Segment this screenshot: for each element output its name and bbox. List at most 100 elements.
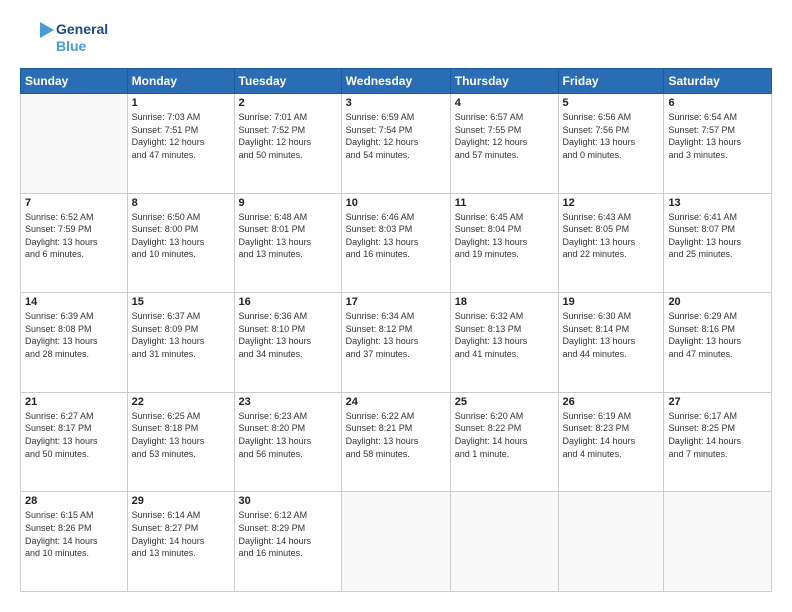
calendar: SundayMondayTuesdayWednesdayThursdayFrid… <box>20 68 772 592</box>
day-number: 19 <box>563 296 660 308</box>
day-info: Sunrise: 6:45 AM Sunset: 8:04 PM Dayligh… <box>455 211 554 261</box>
calendar-week-2: 7 Sunrise: 6:52 AM Sunset: 7:59 PM Daylig… <box>21 193 772 293</box>
calendar-cell: 23 Sunrise: 6:23 AM Sunset: 8:20 PM Dayli… <box>234 392 341 492</box>
day-number: 26 <box>563 396 660 408</box>
weekday-header-monday: Monday <box>127 69 234 94</box>
calendar-body: 1 Sunrise: 7:03 AM Sunset: 7:51 PM Daylig… <box>21 94 772 592</box>
day-info: Sunrise: 6:57 AM Sunset: 7:55 PM Dayligh… <box>455 111 554 161</box>
day-info: Sunrise: 6:34 AM Sunset: 8:12 PM Dayligh… <box>346 310 446 360</box>
calendar-cell: 20Sunrise: 6:29 AM Sunset: 8:16 PM Dayli… <box>664 293 772 393</box>
day-info: Sunrise: 6:48 AM Sunset: 8:01 PM Dayligh… <box>239 211 337 261</box>
day-info: Sunrise: 6:12 AM Sunset: 8:29 PM Dayligh… <box>239 509 337 559</box>
calendar-cell: 6Sunrise: 6:54 AM Sunset: 7:57 PM Daylig… <box>664 94 772 194</box>
day-number: 3 <box>346 97 446 109</box>
header: GeneralBlue <box>20 20 772 56</box>
logo: GeneralBlue <box>20 20 108 56</box>
logo-general: General <box>56 21 108 38</box>
calendar-week-4: 21Sunrise: 6:27 AM Sunset: 8:17 PM Dayli… <box>21 392 772 492</box>
day-info: Sunrise: 6:15 AM Sunset: 8:26 PM Dayligh… <box>25 509 123 559</box>
calendar-cell: 27Sunrise: 6:17 AM Sunset: 8:25 PM Dayli… <box>664 392 772 492</box>
calendar-cell <box>341 492 450 592</box>
calendar-cell: 12 Sunrise: 6:43 AM Sunset: 8:05 PM Dayli… <box>558 193 664 293</box>
day-info: Sunrise: 6:20 AM Sunset: 8:22 PM Dayligh… <box>455 410 554 460</box>
day-number: 22 <box>132 396 230 408</box>
calendar-cell: 22 Sunrise: 6:25 AM Sunset: 8:18 PM Dayli… <box>127 392 234 492</box>
weekday-header-saturday: Saturday <box>664 69 772 94</box>
weekday-header-tuesday: Tuesday <box>234 69 341 94</box>
calendar-week-1: 1 Sunrise: 7:03 AM Sunset: 7:51 PM Daylig… <box>21 94 772 194</box>
day-number: 21 <box>25 396 123 408</box>
day-info: Sunrise: 6:23 AM Sunset: 8:20 PM Dayligh… <box>239 410 337 460</box>
calendar-cell: 17 Sunrise: 6:34 AM Sunset: 8:12 PM Dayli… <box>341 293 450 393</box>
day-number: 1 <box>132 97 230 109</box>
day-info: Sunrise: 6:30 AM Sunset: 8:14 PM Dayligh… <box>563 310 660 360</box>
day-number: 11 <box>455 197 554 209</box>
calendar-cell: 15 Sunrise: 6:37 AM Sunset: 8:09 PM Dayli… <box>127 293 234 393</box>
day-info: Sunrise: 6:56 AM Sunset: 7:56 PM Dayligh… <box>563 111 660 161</box>
day-number: 10 <box>346 197 446 209</box>
day-info: Sunrise: 6:59 AM Sunset: 7:54 PM Dayligh… <box>346 111 446 161</box>
day-info: Sunrise: 7:03 AM Sunset: 7:51 PM Dayligh… <box>132 111 230 161</box>
calendar-cell: 10 Sunrise: 6:46 AM Sunset: 8:03 PM Dayli… <box>341 193 450 293</box>
day-number: 5 <box>563 97 660 109</box>
calendar-week-3: 14Sunrise: 6:39 AM Sunset: 8:08 PM Dayli… <box>21 293 772 393</box>
day-number: 24 <box>346 396 446 408</box>
day-number: 13 <box>668 197 767 209</box>
day-number: 30 <box>239 495 337 507</box>
weekday-header-friday: Friday <box>558 69 664 94</box>
day-number: 9 <box>239 197 337 209</box>
weekday-header-thursday: Thursday <box>450 69 558 94</box>
day-info: Sunrise: 6:46 AM Sunset: 8:03 PM Dayligh… <box>346 211 446 261</box>
day-number: 14 <box>25 296 123 308</box>
day-number: 4 <box>455 97 554 109</box>
day-number: 2 <box>239 97 337 109</box>
day-info: Sunrise: 6:19 AM Sunset: 8:23 PM Dayligh… <box>563 410 660 460</box>
day-info: Sunrise: 6:41 AM Sunset: 8:07 PM Dayligh… <box>668 211 767 261</box>
weekday-header-wednesday: Wednesday <box>341 69 450 94</box>
page: GeneralBlue SundayMondayTuesdayWednesday… <box>0 0 792 612</box>
day-number: 7 <box>25 197 123 209</box>
day-info: Sunrise: 6:50 AM Sunset: 8:00 PM Dayligh… <box>132 211 230 261</box>
day-number: 29 <box>132 495 230 507</box>
day-number: 6 <box>668 97 767 109</box>
calendar-cell: 7 Sunrise: 6:52 AM Sunset: 7:59 PM Daylig… <box>21 193 128 293</box>
calendar-cell <box>664 492 772 592</box>
calendar-cell: 4 Sunrise: 6:57 AM Sunset: 7:55 PM Daylig… <box>450 94 558 194</box>
calendar-cell <box>450 492 558 592</box>
calendar-cell: 28 Sunrise: 6:15 AM Sunset: 8:26 PM Dayli… <box>21 492 128 592</box>
day-number: 28 <box>25 495 123 507</box>
calendar-cell: 30 Sunrise: 6:12 AM Sunset: 8:29 PM Dayli… <box>234 492 341 592</box>
calendar-cell: 16 Sunrise: 6:36 AM Sunset: 8:10 PM Dayli… <box>234 293 341 393</box>
day-info: Sunrise: 6:36 AM Sunset: 8:10 PM Dayligh… <box>239 310 337 360</box>
day-info: Sunrise: 6:37 AM Sunset: 8:09 PM Dayligh… <box>132 310 230 360</box>
day-number: 15 <box>132 296 230 308</box>
calendar-cell: 18 Sunrise: 6:32 AM Sunset: 8:13 PM Dayli… <box>450 293 558 393</box>
day-info: Sunrise: 6:52 AM Sunset: 7:59 PM Dayligh… <box>25 211 123 261</box>
calendar-cell <box>21 94 128 194</box>
day-info: Sunrise: 7:01 AM Sunset: 7:52 PM Dayligh… <box>239 111 337 161</box>
day-info: Sunrise: 6:43 AM Sunset: 8:05 PM Dayligh… <box>563 211 660 261</box>
logo-icon <box>20 20 56 56</box>
day-info: Sunrise: 6:22 AM Sunset: 8:21 PM Dayligh… <box>346 410 446 460</box>
calendar-cell: 19 Sunrise: 6:30 AM Sunset: 8:14 PM Dayli… <box>558 293 664 393</box>
day-info: Sunrise: 6:25 AM Sunset: 8:18 PM Dayligh… <box>132 410 230 460</box>
day-number: 23 <box>239 396 337 408</box>
day-number: 8 <box>132 197 230 209</box>
day-number: 12 <box>563 197 660 209</box>
day-number: 16 <box>239 296 337 308</box>
day-number: 20 <box>668 296 767 308</box>
calendar-cell: 11 Sunrise: 6:45 AM Sunset: 8:04 PM Dayli… <box>450 193 558 293</box>
calendar-cell: 29 Sunrise: 6:14 AM Sunset: 8:27 PM Dayli… <box>127 492 234 592</box>
calendar-week-5: 28 Sunrise: 6:15 AM Sunset: 8:26 PM Dayli… <box>21 492 772 592</box>
day-number: 18 <box>455 296 554 308</box>
calendar-header-row: SundayMondayTuesdayWednesdayThursdayFrid… <box>21 69 772 94</box>
calendar-cell: 14Sunrise: 6:39 AM Sunset: 8:08 PM Dayli… <box>21 293 128 393</box>
day-info: Sunrise: 6:14 AM Sunset: 8:27 PM Dayligh… <box>132 509 230 559</box>
calendar-cell: 8 Sunrise: 6:50 AM Sunset: 8:00 PM Daylig… <box>127 193 234 293</box>
day-number: 27 <box>668 396 767 408</box>
calendar-cell: 5 Sunrise: 6:56 AM Sunset: 7:56 PM Daylig… <box>558 94 664 194</box>
day-number: 17 <box>346 296 446 308</box>
calendar-cell: 26 Sunrise: 6:19 AM Sunset: 8:23 PM Dayli… <box>558 392 664 492</box>
day-info: Sunrise: 6:32 AM Sunset: 8:13 PM Dayligh… <box>455 310 554 360</box>
calendar-cell <box>558 492 664 592</box>
